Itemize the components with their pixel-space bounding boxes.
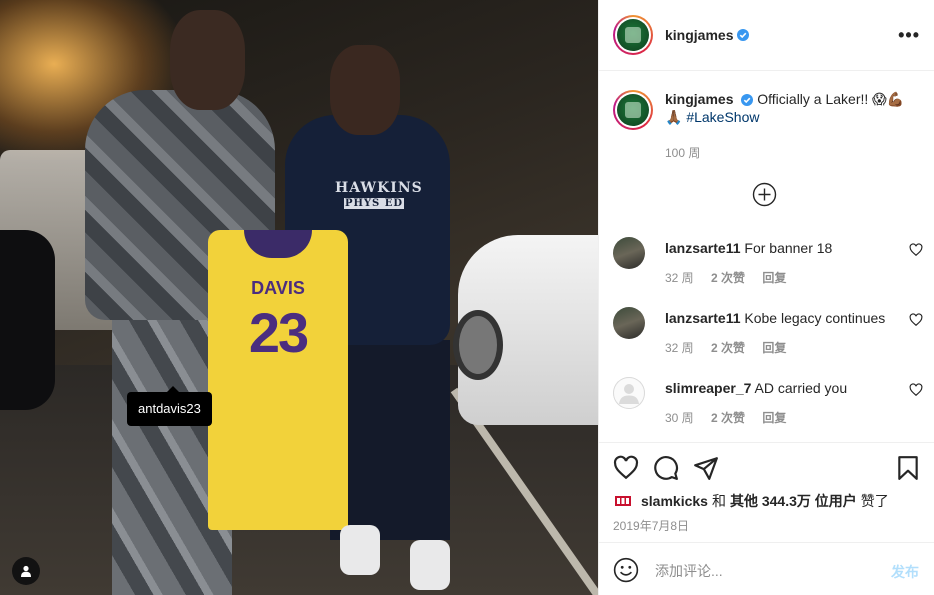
likes-summary: slamkicks 和 其他 344.3万 位用户 赞了 [613,491,889,511]
like-heart-icon[interactable] [613,455,639,481]
verified-badge-icon [741,94,754,106]
person-left-head [170,10,245,110]
caption-text: kingjames Officially a Laker!! 😱💪🏾 🙏🏾 #L… [665,90,904,130]
likes-suffix: 赞了 [860,493,889,509]
comment-likes[interactable]: 2 次赞 [711,271,745,285]
comment-likes[interactable]: 2 次赞 [711,411,745,425]
parked-car-dark [0,230,55,410]
hoodie-print: HAWKINS PHYS ED [335,180,422,209]
liker-username[interactable]: slamkicks [641,493,708,509]
post-date: 2019年7月8日 [613,519,690,533]
caption: kingjames Officially a Laker!! 😱💪🏾 🙏🏾 #L… [613,90,923,130]
comment-like-heart-icon[interactable] [909,243,923,257]
shoe [410,540,450,590]
comment-input[interactable] [655,561,875,581]
comment-like-heart-icon[interactable] [909,383,923,397]
comment-text: slimreaper_7 AD carried you [665,379,847,397]
comment-username[interactable]: lanzsarte11 [665,240,741,256]
comment-text: lanzsarte11 Kobe legacy continues [665,309,885,327]
user-icon [21,565,31,577]
person-right-legs [330,340,450,540]
comment-item: lanzsarte11 Kobe legacy continues 32 周 2… [613,307,923,367]
comment-likes[interactable]: 2 次赞 [711,341,745,355]
more-options-button[interactable]: ••• [898,26,920,44]
hoodie-line2: PHYS ED [344,198,404,209]
reply-button[interactable]: 回复 [762,271,786,285]
comment-meta: 32 周 2 次赞 回复 [665,339,800,356]
post-details-panel: kingjames ••• kingjames Officially a Lak… [598,0,934,595]
comment-body: Kobe legacy continues [744,310,886,326]
jersey-name: DAVIS [251,278,305,298]
reply-button[interactable]: 回复 [762,411,786,425]
comment-like-heart-icon[interactable] [909,313,923,327]
comment-meta: 30 周 2 次赞 回复 [665,409,800,426]
comment-username[interactable]: slimreaper_7 [665,380,751,396]
share-paper-plane-icon[interactable] [693,455,719,481]
reply-button[interactable]: 回复 [762,341,786,355]
comment-avatar[interactable] [613,237,645,269]
post-comment-button[interactable]: 发布 [891,562,919,582]
emoji-icon[interactable] [613,557,639,583]
other-likers-link[interactable]: 其他 344.3万 位用户 [730,491,857,511]
save-bookmark-icon[interactable] [895,455,921,481]
verified-badge-icon [737,29,750,41]
load-more-comments-icon[interactable] [752,182,777,207]
comment-meta: 32 周 2 次赞 回复 [665,269,800,286]
jersey-number: 23 [248,301,309,364]
default-avatar-icon [613,377,645,409]
caption-body-2: 🙏🏾 [665,109,683,125]
comment-avatar[interactable] [613,307,645,339]
liker-avatar[interactable] [613,491,633,511]
lakers-jersey: DAVIS 23 [208,230,348,530]
comment-time: 32 周 [665,341,694,355]
comment-time: 32 周 [665,271,694,285]
person-right-head [330,45,400,135]
tagged-users-button[interactable] [12,557,40,585]
post-header: kingjames ••• [599,0,934,71]
hashtag-link[interactable]: #LakeShow [686,109,759,125]
likes-connector: 和 [711,493,726,509]
avatar[interactable] [613,15,653,55]
comment-body: AD carried you [754,380,848,396]
caption-username[interactable]: kingjames [665,91,733,107]
slamkicks-logo-icon [615,496,631,506]
header-username[interactable]: kingjames [665,27,733,43]
comment-body: For banner 18 [744,240,833,256]
comment-text: lanzsarte11 For banner 18 [665,239,832,257]
comment-username[interactable]: lanzsarte11 [665,310,741,326]
add-comment-bar: 发布 [599,542,934,595]
hoodie-line1: HAWKINS [335,180,423,196]
post-photo[interactable]: HAWKINS PHYS ED DAVIS 23 antdavis23 [0,0,598,595]
caption-body: Officially a Laker!! 😱💪🏾 [757,91,905,107]
comment-item: slimreaper_7 AD carried you 30 周 2 次赞 回复 [613,377,923,437]
comment-item: lanzsarte11 For banner 18 32 周 2 次赞 回复 [613,237,923,297]
user-tag[interactable]: antdavis23 [127,386,212,426]
caption-avatar[interactable] [613,90,653,130]
shoe [340,525,380,575]
post-actions: slamkicks 和 其他 344.3万 位用户 赞了 2019年7月8日 [599,442,934,542]
comment-avatar[interactable] [613,377,645,409]
comment-bubble-icon[interactable] [653,455,679,481]
car-wheel [453,310,503,380]
comment-time: 30 周 [665,411,694,425]
action-icons [613,455,923,483]
caption-timestamp: 100 周 [665,146,701,160]
